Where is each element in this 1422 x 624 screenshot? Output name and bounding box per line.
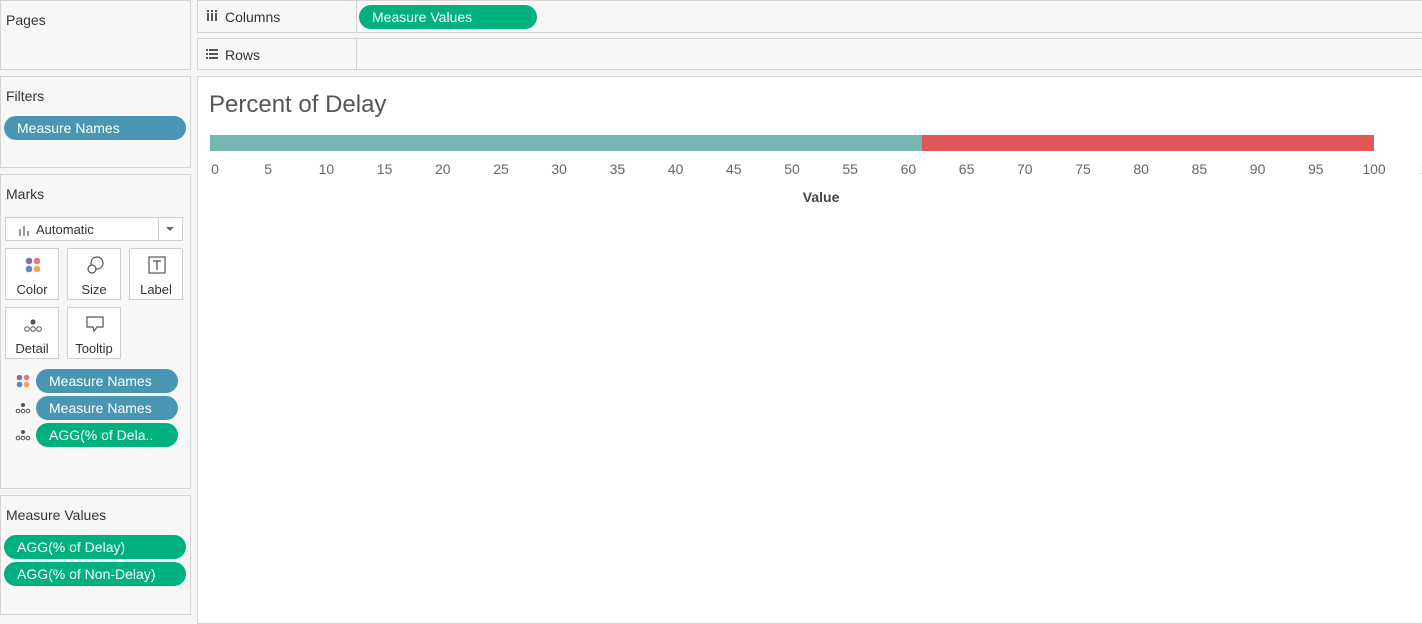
measure-value-pill-delay[interactable]: AGG(% of Delay): [4, 535, 186, 559]
detail-icon: [15, 430, 31, 441]
measure-value-pill-non-delay[interactable]: AGG(% of Non-Delay): [4, 562, 186, 586]
pages-title: Pages: [6, 12, 46, 28]
x-tick-label: 85: [1191, 161, 1208, 177]
mark-type-label: Automatic: [36, 222, 94, 237]
tooltip-label: Tooltip: [75, 341, 113, 356]
marks-field-detail[interactable]: Measure Names: [36, 396, 178, 420]
label-label: Label: [140, 282, 172, 297]
tooltip-button[interactable]: Tooltip: [67, 307, 121, 359]
x-tick-label: 75: [1075, 161, 1091, 177]
x-tick-label: 80: [1133, 161, 1149, 177]
filters-title: Filters: [6, 88, 45, 104]
x-axis-title: Value: [802, 189, 840, 205]
rows-icon: [206, 47, 218, 65]
columns-icon: [206, 9, 218, 28]
measure-values-card: Measure Values AGG(% of Delay) AGG(% of …: [0, 495, 191, 615]
label-button[interactable]: Label: [129, 248, 183, 300]
detail-icon: [15, 403, 31, 414]
x-tick-label: 45: [726, 161, 742, 177]
text-icon: [148, 256, 166, 274]
x-tick-label: 40: [667, 161, 684, 177]
tooltip-icon: [86, 316, 104, 333]
x-tick-label: 95: [1308, 161, 1324, 177]
bar-chart-icon: [19, 226, 29, 236]
columns-pill-measure-values[interactable]: Measure Values: [359, 5, 537, 29]
x-tick-label: 5: [264, 161, 273, 177]
size-label: Size: [81, 282, 107, 297]
color-icon: [16, 374, 30, 388]
x-tick-label: 90: [1249, 161, 1266, 177]
marks-field-detail-agg[interactable]: AGG(% of Dela..: [36, 423, 178, 447]
x-tick-label: 20: [435, 161, 451, 177]
x-tick-label: 25: [493, 161, 509, 177]
x-tick-label: 15: [376, 161, 393, 177]
pages-card: Pages: [0, 0, 191, 70]
x-tick-label: 30: [551, 161, 567, 177]
filter-pill-measure-names[interactable]: Measure Names: [4, 116, 186, 140]
marks-field-color[interactable]: Measure Names: [36, 369, 178, 393]
x-tick-label: 65: [958, 161, 975, 177]
filters-card: Filters Measure Names: [0, 76, 191, 168]
rows-shelf[interactable]: Rows: [197, 38, 1422, 70]
detail-button[interactable]: Detail: [5, 307, 59, 359]
chevron-down-icon: [158, 218, 181, 240]
bar-segment-0[interactable]: [210, 135, 923, 151]
size-button[interactable]: Size: [67, 248, 121, 300]
worksheet-view[interactable]: Percent of Delay 0 5 10 15 20 25 30 35 40 45 50 55 6…: [197, 76, 1422, 624]
mark-type-dropdown[interactable]: Automatic: [5, 217, 183, 241]
rows-divider: [356, 39, 357, 69]
columns-shelf[interactable]: Columns Measure Values: [197, 0, 1422, 33]
detail-label: Detail: [15, 341, 49, 356]
chart-title: Percent of Delay: [209, 91, 387, 118]
x-tick-label: 70: [1017, 161, 1033, 177]
columns-label: Columns: [225, 9, 281, 25]
size-icon: [87, 256, 104, 274]
x-tick-label: 55: [842, 161, 858, 177]
x-tick-label: 0: [211, 161, 219, 177]
measure-values-title: Measure Values: [6, 507, 107, 523]
detail-icon: [24, 319, 42, 332]
columns-divider: [356, 1, 357, 32]
marks-title: Marks: [6, 186, 45, 202]
color-button[interactable]: Color: [5, 248, 59, 300]
x-tick-label: 10: [318, 161, 335, 177]
x-tick-label: 50: [784, 161, 800, 177]
x-tick-label: 60: [900, 161, 917, 177]
x-tick-label: 35: [609, 161, 626, 177]
color-icon: [25, 257, 41, 273]
x-tick-label: 100: [1362, 161, 1386, 177]
color-label: Color: [16, 282, 48, 297]
bar-segment-1[interactable]: [922, 135, 1374, 151]
rows-label: Rows: [225, 47, 261, 63]
